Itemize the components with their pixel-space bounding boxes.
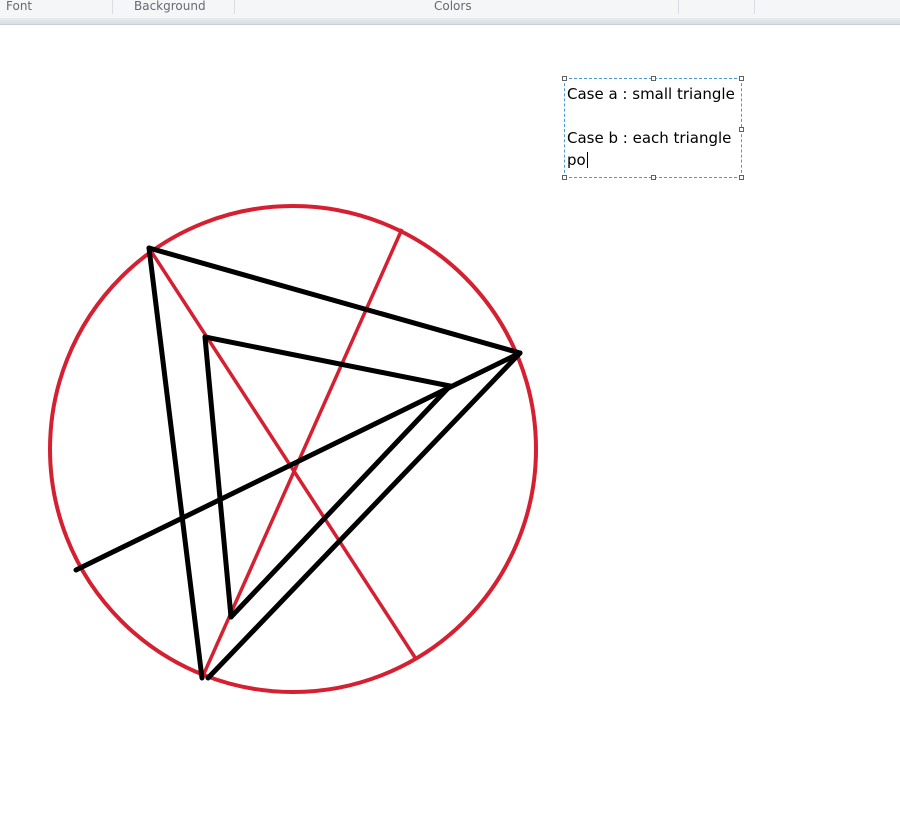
black-line: [205, 350, 523, 681]
ribbon-divider: [112, 0, 113, 14]
drawing-svg: [48, 204, 538, 694]
black-line: [73, 350, 523, 573]
ribbon-bottom-edge: [0, 18, 900, 25]
resize-handle[interactable]: [562, 175, 567, 180]
ribbon-group-font-label: Font: [6, 0, 33, 13]
resize-handle[interactable]: [562, 76, 567, 81]
drawing-canvas[interactable]: [0, 25, 900, 814]
text-cursor: [586, 152, 588, 168]
resize-handle[interactable]: [739, 76, 744, 81]
text-line-4-container: po: [567, 151, 588, 169]
black-line: [202, 334, 453, 389]
resize-handle[interactable]: [651, 76, 656, 81]
text-line-4: po: [567, 151, 586, 169]
text-line-3: Case b : each triangle: [567, 129, 732, 147]
ribbon-group-background-label: Background: [134, 0, 206, 13]
red-circle: [48, 204, 538, 694]
resize-handle[interactable]: [739, 175, 744, 180]
ribbon-group-labels-bar: Font Background Colors: [0, 0, 900, 19]
black-line: [202, 334, 234, 620]
black-line: [146, 245, 205, 681]
text-box[interactable]: Case a : small triangle Case b : each tr…: [562, 76, 744, 180]
ribbon-divider: [678, 0, 679, 14]
text-line-1: Case a : small triangle: [567, 85, 735, 103]
ribbon-group-colors-label: Colors: [434, 0, 472, 13]
ribbon-divider: [754, 0, 755, 14]
resize-handle[interactable]: [739, 127, 744, 132]
ribbon-divider: [234, 0, 235, 14]
black-line: [228, 383, 453, 620]
resize-handle[interactable]: [651, 175, 656, 180]
